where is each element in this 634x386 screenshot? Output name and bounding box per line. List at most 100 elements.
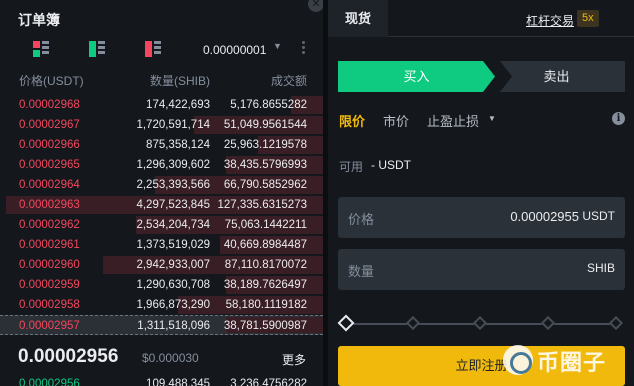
price-unit: USDT [582,209,615,223]
watermark: 币圈子 [503,339,634,386]
order-type-stop[interactable]: 止盈止损 [427,111,479,130]
amount-field-label: 数量 [348,264,375,279]
ask-amount: 1,311,518,096 [137,320,210,332]
amount-column-header: 数量(SHIB) [149,74,210,88]
ask-total: 75,063.1442211 [224,219,307,231]
precision-select[interactable]: 0.00000001 [203,43,266,57]
trade-panel: 现货 杠杆交易 5x 买入 卖出 限价 市价 止盈止损 ▼ i 可用 - USD… [328,0,634,386]
slider-stop-75[interactable] [540,315,556,331]
ask-total: 38,189.7626497 [223,279,307,291]
ask-amount: 1,296,309,602 [136,159,210,171]
last-price-usd: $0.000030 [142,351,199,365]
ask-row[interactable]: 0.00002966 875,358,124 25,963.1219578 [0,135,323,155]
order-book-toolbar: 0.00000001 ▼ [0,38,323,62]
order-type-market[interactable]: 市价 [383,111,409,130]
ask-amount: 2,942,933,007 [136,259,210,271]
close-icon[interactable]: ✕ [308,0,323,12]
ask-row[interactable]: 0.00002961 1,373,519,029 40,669.8984487 [0,235,323,255]
ask-row[interactable]: 0.00002958 1,966,873,290 58,180.1119182 [0,295,323,315]
ask-row[interactable]: 0.00002962 2,534,204,734 75,063.1442211 [0,215,323,235]
info-icon[interactable]: i [612,112,625,125]
ask-price: 0.00002961 [19,239,80,251]
margin-trading-link[interactable]: 杠杆交易 [526,12,574,29]
price-input[interactable]: 0.00002955 [510,209,579,224]
ask-amount: 1,290,630,708 [136,279,210,291]
ask-price: 0.00002968 [19,99,80,111]
ask-total: 87,110.8170072 [224,259,307,271]
ask-total: 38,435.5796993 [223,159,307,171]
bid-price: 0.00002956 [19,378,80,386]
ask-total: 25,963.1219578 [223,139,307,151]
amount-field[interactable]: 数量 SHIB [338,249,625,290]
caret-down-icon[interactable]: ▼ [273,41,282,51]
ask-amount: 1,720,591,714 [136,119,210,131]
ask-row[interactable]: 0.00002957 1,311,518,096 38,781.5900987 [0,315,323,335]
sell-tab[interactable]: 卖出 [500,61,625,92]
ask-row[interactable]: 0.00002968 174,422,693 5,176.8655282 [0,95,323,115]
ask-total: 66,790.5852962 [223,179,307,191]
available-label: 可用 [339,160,364,174]
view-both-icon[interactable] [33,41,49,57]
amount-unit: SHIB [586,261,615,275]
slider-handle[interactable] [337,314,355,332]
more-link[interactable]: 更多 [282,351,306,368]
slider-stop-25[interactable] [405,315,421,331]
available-value: - USDT [371,158,411,172]
price-field-label: 价格 [348,212,375,227]
ask-row[interactable]: 0.00002967 1,720,591,714 51,049.9561544 [0,115,323,135]
ask-total: 127,335.6315273 [217,199,307,211]
order-type-limit[interactable]: 限价 [339,111,365,130]
ask-price: 0.00002963 [19,199,80,211]
watermark-logo-icon [503,345,533,375]
ask-amount: 2,534,204,734 [136,219,210,231]
slider-stop-50[interactable] [472,315,488,331]
buy-tab[interactable]: 买入 [338,61,495,92]
ask-price: 0.00002957 [19,320,80,332]
ask-row[interactable]: 0.00002965 1,296,309,602 38,435.5796993 [0,155,323,175]
ask-total: 40,669.8984487 [223,239,307,251]
ask-row[interactable]: 0.00002963 4,297,523,845 127,335.6315273 [0,195,323,215]
tab-divider [388,36,634,37]
watermark-text: 币圈子 [537,350,607,375]
bid-amount: 109,488,345 [146,378,210,386]
price-field[interactable]: 价格 0.00002955 USDT [338,197,625,238]
ask-price: 0.00002967 [19,119,80,131]
ask-total: 58,180.1119182 [225,299,307,311]
ask-amount: 2,253,393,566 [136,179,210,191]
order-book-title: 订单簿 [18,12,60,28]
ask-price: 0.00002958 [19,299,80,311]
ask-total: 38,781.5900987 [223,320,307,332]
more-vertical-icon[interactable] [300,39,306,57]
order-book-panel: 订单簿 ✕ 0.00000001 ▼ 价格(USDT) 数量(SHIB) 成交额 [0,0,323,386]
total-column-header: 成交额 [270,74,307,88]
tab-spot[interactable]: 现货 [328,0,388,37]
last-price: 0.00002956 [18,346,119,367]
bid-total: 3,236.4756282 [230,378,307,386]
ask-total: 5,176.8655282 [230,99,307,111]
ask-price: 0.00002965 [19,159,80,171]
leverage-badge: 5x [577,10,599,27]
ask-row[interactable]: 0.00002960 2,942,933,007 87,110.8170072 [0,255,323,275]
ask-amount: 1,966,873,290 [136,299,210,311]
ask-price: 0.00002962 [19,219,80,231]
ask-list: 0.00002968 174,422,693 5,176.8655282 0.0000… [0,95,323,335]
slider-stop-100[interactable] [608,315,624,331]
ask-amount: 875,358,124 [146,139,210,151]
ask-price: 0.00002960 [19,259,80,271]
ask-row[interactable]: 0.00002959 1,290,630,708 38,189.7626497 [0,275,323,295]
amount-slider[interactable] [337,314,625,334]
bid-row[interactable]: 0.00002956 109,488,345 3,236.4756282 [0,378,323,386]
ask-row[interactable]: 0.00002964 2,253,393,566 66,790.5852962 [0,175,323,195]
ask-total: 51,049.9561544 [223,119,307,131]
ask-price: 0.00002966 [19,139,80,151]
view-asks-icon[interactable] [145,41,161,57]
caret-down-icon[interactable]: ▼ [488,114,496,123]
view-bids-icon[interactable] [89,41,105,57]
ask-price: 0.00002964 [19,179,80,191]
ask-amount: 4,297,523,845 [136,199,210,211]
ask-price: 0.00002959 [19,279,80,291]
ask-amount: 1,373,519,029 [136,239,210,251]
order-book-header: 价格(USDT) 数量(SHIB) 成交额 [0,72,323,88]
price-column-header: 价格(USDT) [19,74,84,88]
ask-amount: 174,422,693 [146,99,210,111]
